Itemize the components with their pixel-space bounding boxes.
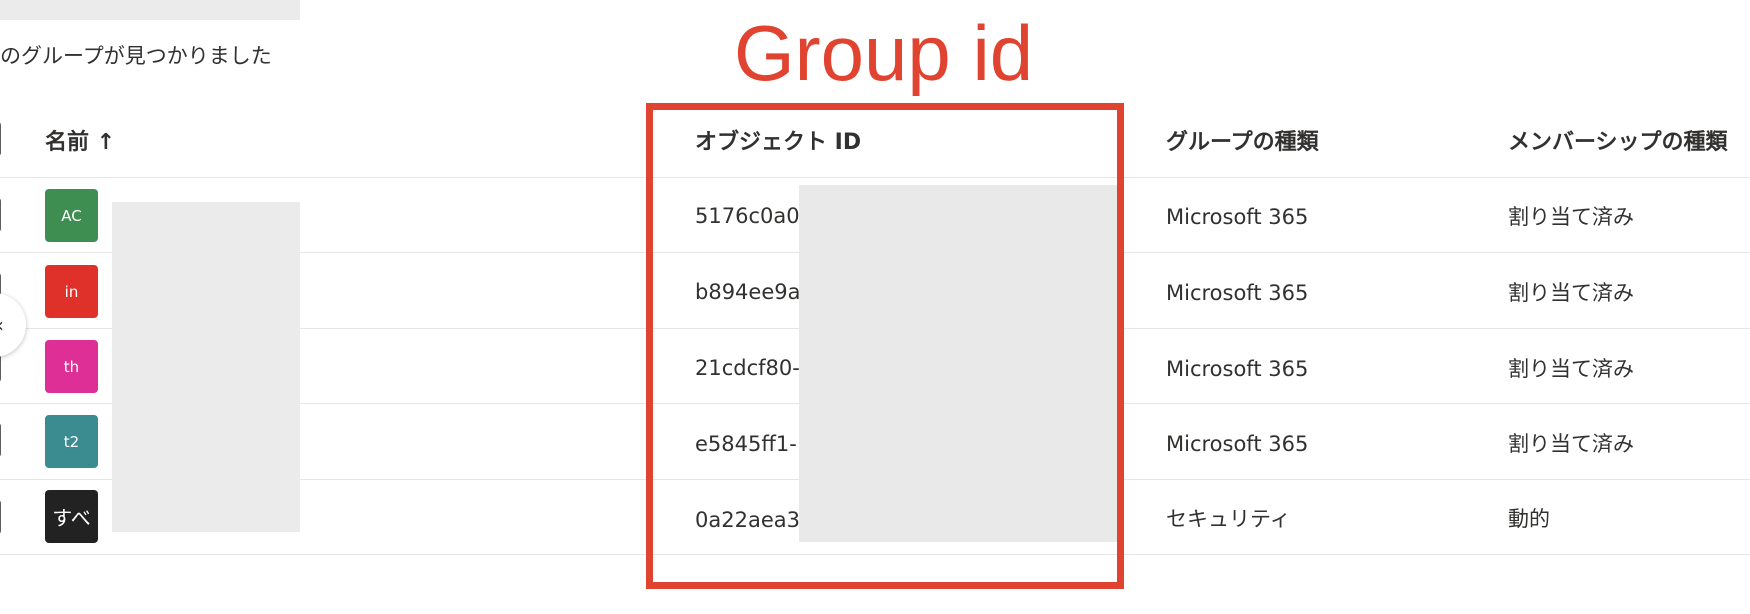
groups-list-view: のグループが見つかりました Group id 名前 ↑ オブジェクト ID グル… [0,0,1750,614]
object-id-cell: 21cdcf80- [695,356,800,380]
group-type-cell: Microsoft 365 [1166,357,1309,381]
redacted-object-ids [799,185,1121,542]
group-avatar: t2 [45,415,98,468]
group-avatar: AC [45,189,98,242]
group-type-cell: Microsoft 365 [1166,205,1309,229]
row-checkbox[interactable] [0,198,1,232]
object-id-cell: 5176c0a0- [695,204,808,228]
chevron-left-icon: ‹ [0,313,4,337]
membership-type-cell: 動的 [1508,507,1550,531]
result-count: のグループが見つかりました [0,44,272,68]
row-checkbox[interactable] [0,500,1,534]
group-type-cell: Microsoft 365 [1166,281,1309,305]
object-id-cell: 0a22aea3- [695,508,808,532]
row-divider [0,554,1750,555]
column-header-membership-type[interactable]: メンバーシップの種類 [1508,124,1728,156]
collapse-panel-button[interactable]: ‹ [0,293,26,357]
group-type-cell: セキュリティ [1166,507,1291,531]
group-avatar: すべ [45,490,98,543]
redacted-group-names [112,202,300,532]
object-id-cell: b894ee9a- [695,280,809,304]
membership-type-cell: 割り当て済み [1508,357,1634,381]
group-avatar: th [45,340,98,393]
annotation-label: Group id [734,9,1034,97]
row-checkbox[interactable] [0,423,1,457]
select-all-checkbox[interactable] [0,122,1,156]
column-header-name[interactable]: 名前 ↑ [45,124,115,156]
column-header-group-type[interactable]: グループの種類 [1166,124,1319,156]
redacted-search-box [0,0,300,20]
membership-type-cell: 割り当て済み [1508,281,1634,305]
membership-type-cell: 割り当て済み [1508,205,1634,229]
group-type-cell: Microsoft 365 [1166,432,1309,456]
membership-type-cell: 割り当て済み [1508,432,1634,456]
object-id-cell: e5845ff1- [695,432,797,456]
group-avatar: in [45,265,98,318]
column-header-object-id[interactable]: オブジェクト ID [695,124,861,156]
header-divider [0,177,1750,178]
